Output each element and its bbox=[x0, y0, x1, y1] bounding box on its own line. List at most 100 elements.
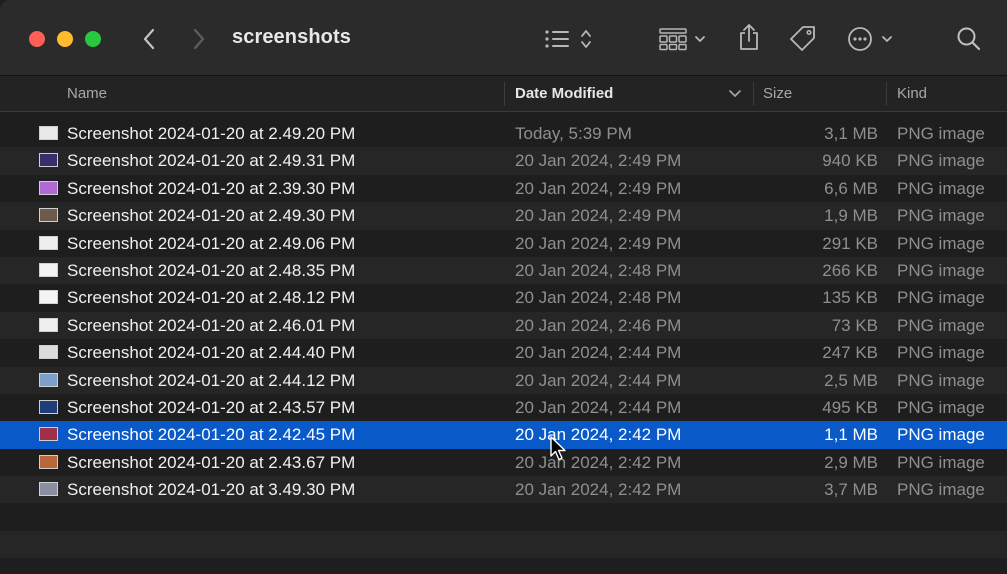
tag-button[interactable] bbox=[788, 24, 818, 54]
file-row[interactable]: Screenshot 2024-01-20 at 2.49.20 PM Today… bbox=[0, 120, 1007, 147]
file-row[interactable]: Screenshot 2024-01-20 at 2.49.30 PM 20 Ja… bbox=[0, 202, 1007, 230]
share-icon bbox=[740, 24, 758, 50]
file-size: 940 KB bbox=[822, 151, 878, 171]
file-row[interactable]: Screenshot 2024-01-20 at 2.48.12 PM 20 Ja… bbox=[0, 284, 1007, 311]
file-size: 1,1 MB bbox=[824, 425, 878, 445]
empty-row bbox=[0, 558, 1007, 574]
empty-row bbox=[0, 530, 1007, 559]
file-kind: PNG image bbox=[897, 206, 985, 226]
file-thumbnail-icon bbox=[39, 235, 58, 250]
file-thumbnail-icon bbox=[39, 427, 58, 442]
file-date-modified: 20 Jan 2024, 2:42 PM bbox=[515, 452, 682, 472]
file-kind: PNG image bbox=[897, 343, 985, 363]
column-divider[interactable] bbox=[886, 82, 887, 106]
file-thumbnail-icon bbox=[39, 262, 58, 277]
chevron-right-icon bbox=[193, 28, 205, 50]
file-thumbnail-icon bbox=[39, 454, 58, 469]
column-name-header[interactable]: Name bbox=[67, 85, 107, 102]
file-date-modified: 20 Jan 2024, 2:49 PM bbox=[515, 233, 682, 253]
close-window-button[interactable] bbox=[29, 31, 45, 47]
file-name: Screenshot 2024-01-20 at 2.39.30 PM bbox=[67, 178, 356, 198]
file-row[interactable]: Screenshot 2024-01-20 at 2.44.40 PM 20 Ja… bbox=[0, 339, 1007, 366]
file-date-modified: 20 Jan 2024, 2:42 PM bbox=[515, 480, 682, 500]
grid-group-icon bbox=[659, 28, 705, 51]
file-name: Screenshot 2024-01-20 at 3.49.30 PM bbox=[67, 480, 356, 500]
file-name: Screenshot 2024-01-20 at 2.44.40 PM bbox=[67, 343, 356, 363]
forward-button[interactable] bbox=[188, 27, 210, 51]
file-name: Screenshot 2024-01-20 at 2.44.12 PM bbox=[67, 370, 356, 390]
file-kind: PNG image bbox=[897, 260, 985, 280]
file-thumbnail-icon bbox=[39, 208, 58, 223]
sort-descending-icon[interactable] bbox=[729, 90, 741, 98]
file-row[interactable]: Screenshot 2024-01-20 at 2.43.67 PM 20 Ja… bbox=[0, 449, 1007, 476]
file-name: Screenshot 2024-01-20 at 2.46.01 PM bbox=[67, 315, 356, 335]
file-date-modified: 20 Jan 2024, 2:48 PM bbox=[515, 260, 682, 280]
file-date-modified: 20 Jan 2024, 2:48 PM bbox=[515, 288, 682, 308]
view-options-button[interactable] bbox=[543, 26, 597, 52]
file-row[interactable]: Screenshot 2024-01-20 at 3.49.30 PM 20 Ja… bbox=[0, 476, 1007, 504]
file-row[interactable]: Screenshot 2024-01-20 at 2.39.30 PM 20 Ja… bbox=[0, 175, 1007, 202]
file-thumbnail-icon bbox=[39, 290, 58, 305]
file-name: Screenshot 2024-01-20 at 2.42.45 PM bbox=[67, 425, 356, 445]
back-button[interactable] bbox=[138, 27, 160, 51]
column-divider[interactable] bbox=[504, 82, 505, 106]
column-date-modified-header[interactable]: Date Modified bbox=[515, 85, 613, 102]
file-kind: PNG image bbox=[897, 315, 985, 335]
file-thumbnail-icon bbox=[39, 153, 58, 168]
ellipsis-circle-icon bbox=[848, 27, 892, 51]
file-date-modified: 20 Jan 2024, 2:49 PM bbox=[515, 206, 682, 226]
group-button[interactable] bbox=[658, 26, 710, 52]
column-header: Name Date Modified Size Kind bbox=[0, 76, 1007, 112]
column-size-header[interactable]: Size bbox=[763, 85, 792, 102]
file-kind: PNG image bbox=[897, 480, 985, 500]
file-kind: PNG image bbox=[897, 124, 985, 143]
search-button[interactable] bbox=[956, 26, 982, 52]
file-date-modified: 20 Jan 2024, 2:44 PM bbox=[515, 370, 682, 390]
file-name: Screenshot 2024-01-20 at 2.49.31 PM bbox=[67, 151, 356, 171]
share-button[interactable] bbox=[735, 22, 763, 52]
file-kind: PNG image bbox=[897, 288, 985, 308]
zoom-window-button[interactable] bbox=[85, 31, 101, 47]
finder-window: screenshots Name Date Modified Size Kind… bbox=[0, 0, 1007, 574]
file-row[interactable]: Screenshot 2024-01-20 at 2.43.57 PM 20 Ja… bbox=[0, 394, 1007, 421]
column-kind-header[interactable]: Kind bbox=[897, 85, 927, 102]
file-row[interactable]: Screenshot 2024-01-20 at 2.49.31 PM 20 Ja… bbox=[0, 147, 1007, 175]
file-kind: PNG image bbox=[897, 233, 985, 253]
search-icon bbox=[957, 27, 981, 51]
file-thumbnail-icon bbox=[39, 345, 58, 360]
file-thumbnail-icon bbox=[39, 482, 58, 497]
file-row[interactable]: Screenshot 2024-01-20 at 2.44.12 PM 20 Ja… bbox=[0, 366, 1007, 394]
file-thumbnail-icon bbox=[39, 399, 58, 414]
file-size: 495 KB bbox=[822, 397, 878, 417]
file-name: Screenshot 2024-01-20 at 2.43.67 PM bbox=[67, 452, 356, 472]
file-date-modified: 20 Jan 2024, 2:44 PM bbox=[515, 397, 682, 417]
file-kind: PNG image bbox=[897, 397, 985, 417]
file-size: 3,1 MB bbox=[824, 124, 878, 143]
column-divider[interactable] bbox=[753, 82, 754, 106]
file-kind: PNG image bbox=[897, 452, 985, 472]
file-date-modified: 20 Jan 2024, 2:44 PM bbox=[515, 343, 682, 363]
file-size: 2,9 MB bbox=[824, 452, 878, 472]
file-size: 266 KB bbox=[822, 260, 878, 280]
file-kind: PNG image bbox=[897, 151, 985, 171]
file-size: 6,6 MB bbox=[824, 178, 878, 198]
file-size: 3,7 MB bbox=[824, 480, 878, 500]
file-thumbnail-icon bbox=[39, 126, 58, 140]
file-list: Screenshot 2024-01-20 at 2.49.20 PM Today… bbox=[0, 120, 1007, 574]
file-date-modified: 20 Jan 2024, 2:49 PM bbox=[515, 151, 682, 171]
file-row[interactable]: Screenshot 2024-01-20 at 2.48.35 PM 20 Ja… bbox=[0, 256, 1007, 285]
file-size: 2,5 MB bbox=[824, 370, 878, 390]
file-size: 135 KB bbox=[822, 288, 878, 308]
file-row[interactable]: Screenshot 2024-01-20 at 2.49.06 PM 20 Ja… bbox=[0, 230, 1007, 257]
file-row[interactable]: Screenshot 2024-01-20 at 2.42.45 PM 20 Ja… bbox=[0, 421, 1007, 449]
file-size: 247 KB bbox=[822, 343, 878, 363]
file-date-modified: 20 Jan 2024, 2:42 PM bbox=[515, 425, 682, 445]
minimize-window-button[interactable] bbox=[57, 31, 73, 47]
file-date-modified: 20 Jan 2024, 2:49 PM bbox=[515, 178, 682, 198]
empty-row bbox=[0, 503, 1007, 530]
file-row[interactable]: Screenshot 2024-01-20 at 2.46.01 PM 20 Ja… bbox=[0, 311, 1007, 340]
file-name: Screenshot 2024-01-20 at 2.48.12 PM bbox=[67, 288, 356, 308]
more-actions-button[interactable] bbox=[846, 25, 896, 53]
file-thumbnail-icon bbox=[39, 372, 58, 387]
window-title: screenshots bbox=[232, 26, 351, 48]
